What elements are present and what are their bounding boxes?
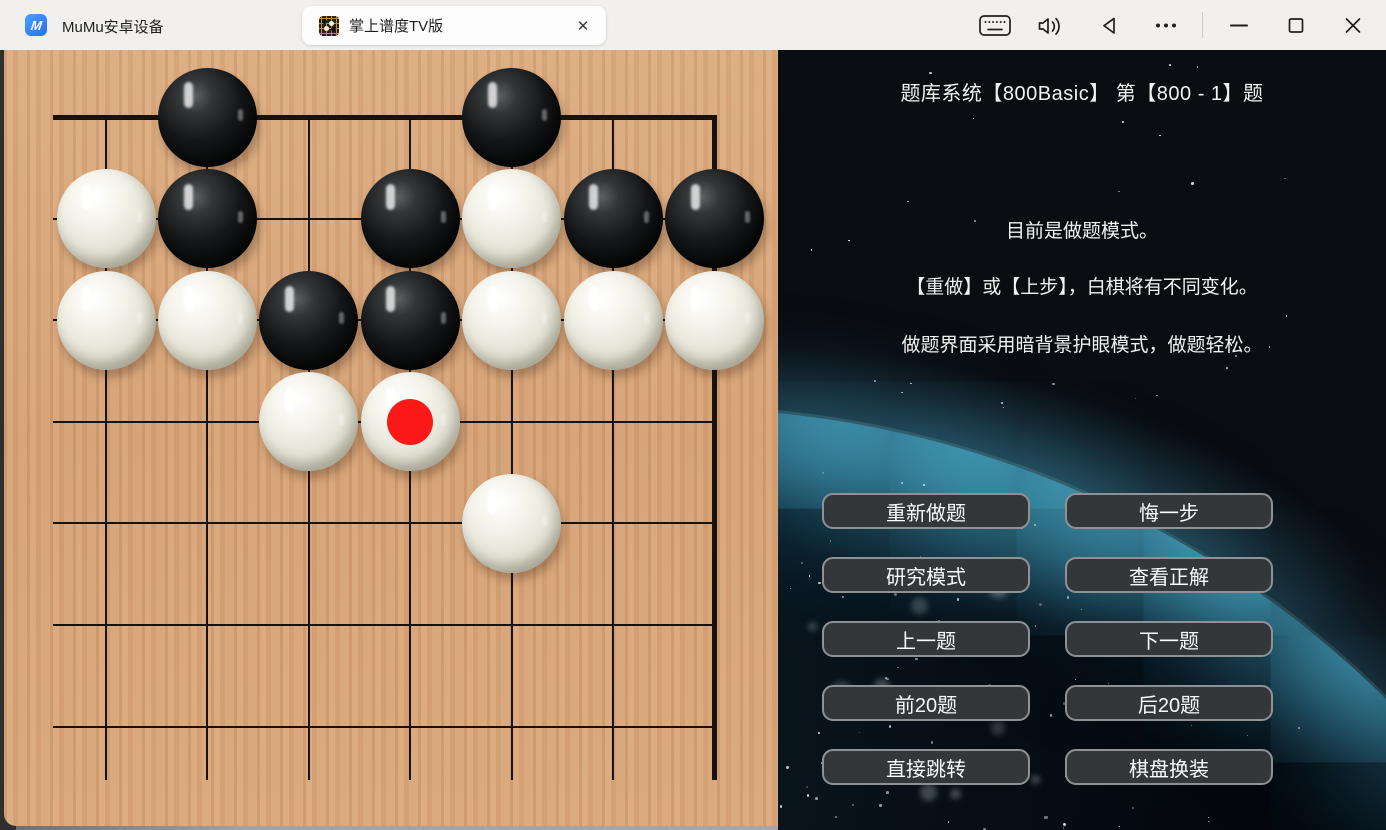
eyecare-text-line: 做题界面采用暗背景护眼模式，做题轻松。 xyxy=(778,330,1386,357)
titlebar-divider xyxy=(1202,12,1203,38)
decor-dot xyxy=(973,118,975,120)
app-tab[interactable]: 掌上谱度TV版 ✕ xyxy=(302,6,606,45)
decor-dot xyxy=(808,622,817,631)
decor-dot xyxy=(929,72,932,75)
volume-icon[interactable] xyxy=(1033,7,1071,43)
decor-dot xyxy=(1159,135,1161,137)
redo-problem-button[interactable]: 重新做题 xyxy=(822,493,1030,529)
decor-dot xyxy=(806,786,808,788)
black-stone[interactable] xyxy=(361,271,460,370)
close-icon[interactable] xyxy=(1334,7,1372,43)
decor-dot xyxy=(923,484,925,486)
decor-dot xyxy=(807,794,810,797)
back-20-button[interactable]: 前20题 xyxy=(822,685,1030,721)
research-mode-button[interactable]: 研究模式 xyxy=(822,557,1030,593)
white-stone[interactable] xyxy=(57,169,156,268)
decor-dot xyxy=(1156,395,1158,397)
control-panel: 题库系统【800Basic】 第【800 - 1】题 目前是做题模式。 【重做】… xyxy=(778,50,1386,830)
decor-dot xyxy=(1063,823,1066,826)
board-skin-button[interactable]: 棋盘换装 xyxy=(1065,749,1273,785)
back-icon[interactable] xyxy=(1090,7,1128,43)
decor-dot xyxy=(1284,178,1286,180)
app-tab-title: 掌上谱度TV版 xyxy=(349,15,443,36)
decor-dot xyxy=(879,804,882,807)
decor-dot xyxy=(786,766,789,769)
decor-dot xyxy=(818,582,820,584)
button-grid: 重新做题悔一步研究模式查看正解上一题下一题前20题后20题直接跳转棋盘换装 xyxy=(822,493,1273,785)
black-stone[interactable] xyxy=(665,169,764,268)
decor-dot xyxy=(1286,315,1288,317)
decor-dot xyxy=(901,482,903,484)
white-stone[interactable] xyxy=(462,474,561,573)
last-move-marker xyxy=(387,399,433,445)
decor-dot xyxy=(1135,398,1137,400)
decor-dot xyxy=(950,789,960,799)
tab-close-icon[interactable]: ✕ xyxy=(572,15,594,37)
board-hline xyxy=(53,726,717,728)
decor-dot xyxy=(1052,383,1055,386)
undo-step-button[interactable]: 悔一步 xyxy=(1065,493,1273,529)
white-stone[interactable] xyxy=(462,169,561,268)
black-stone[interactable] xyxy=(361,169,460,268)
keyboard-icon[interactable] xyxy=(976,7,1014,43)
go-board[interactable] xyxy=(0,50,778,830)
decor-dot xyxy=(907,201,909,203)
decor-dot xyxy=(1044,816,1047,819)
view-answer-button[interactable]: 查看正解 xyxy=(1065,557,1273,593)
black-stone[interactable] xyxy=(259,271,358,370)
board-hline xyxy=(53,624,717,626)
decor-dot xyxy=(1001,402,1003,404)
decor-dot xyxy=(1191,182,1194,185)
board-hline xyxy=(53,115,717,120)
hint-text-line: 【重做】或【上步】，白棋将有不同变化。 xyxy=(778,272,1386,299)
white-stone[interactable] xyxy=(462,271,561,370)
forward-20-button[interactable]: 后20题 xyxy=(1065,685,1273,721)
decor-dot xyxy=(1169,64,1171,66)
mumu-emulator-window: M MuMu安卓设备 掌上谱度TV版 ✕ xyxy=(0,0,1386,830)
decor-dot xyxy=(910,383,912,385)
device-name: MuMu安卓设备 xyxy=(62,16,164,37)
problem-set-title: 题库系统【800Basic】 第【800 - 1】题 xyxy=(778,77,1386,106)
decor-dot xyxy=(1118,191,1120,193)
white-stone[interactable] xyxy=(564,271,663,370)
black-stone[interactable] xyxy=(564,169,663,268)
mode-text-line: 目前是做题模式。 xyxy=(778,216,1386,243)
decor-dot xyxy=(1208,817,1209,818)
go-app-icon xyxy=(319,16,339,36)
titlebar: M MuMu安卓设备 掌上谱度TV版 ✕ xyxy=(0,0,1386,50)
black-stone[interactable] xyxy=(158,169,257,268)
white-stone[interactable] xyxy=(259,372,358,471)
go-board-panel xyxy=(0,50,778,830)
titlebar-controls xyxy=(976,0,1372,50)
white-stone[interactable] xyxy=(57,271,156,370)
decor-dot xyxy=(801,562,803,564)
board-hline xyxy=(53,522,717,524)
decor-dot xyxy=(874,380,876,382)
mumu-logo-icon: M xyxy=(25,14,47,36)
decor-dot xyxy=(1122,121,1124,123)
decor-dot xyxy=(1226,367,1228,369)
decor-dot xyxy=(1197,66,1199,68)
black-stone[interactable] xyxy=(158,68,257,167)
decor-dot xyxy=(886,791,889,794)
white-stone[interactable] xyxy=(158,271,257,370)
decor-dot xyxy=(811,249,813,251)
black-stone[interactable] xyxy=(462,68,561,167)
decor-dot xyxy=(1119,826,1120,827)
decor-dot xyxy=(822,472,824,474)
jump-to-button[interactable]: 直接跳转 xyxy=(822,749,1030,785)
maximize-icon[interactable] xyxy=(1277,7,1315,43)
minimize-icon[interactable] xyxy=(1220,7,1258,43)
white-stone[interactable] xyxy=(665,271,764,370)
prev-problem-button[interactable]: 上一题 xyxy=(822,621,1030,657)
decor-dot xyxy=(815,797,818,800)
next-problem-button[interactable]: 下一题 xyxy=(1065,621,1273,657)
decor-dot xyxy=(1003,407,1005,409)
decor-dot xyxy=(1298,727,1300,729)
more-icon[interactable] xyxy=(1147,7,1185,43)
